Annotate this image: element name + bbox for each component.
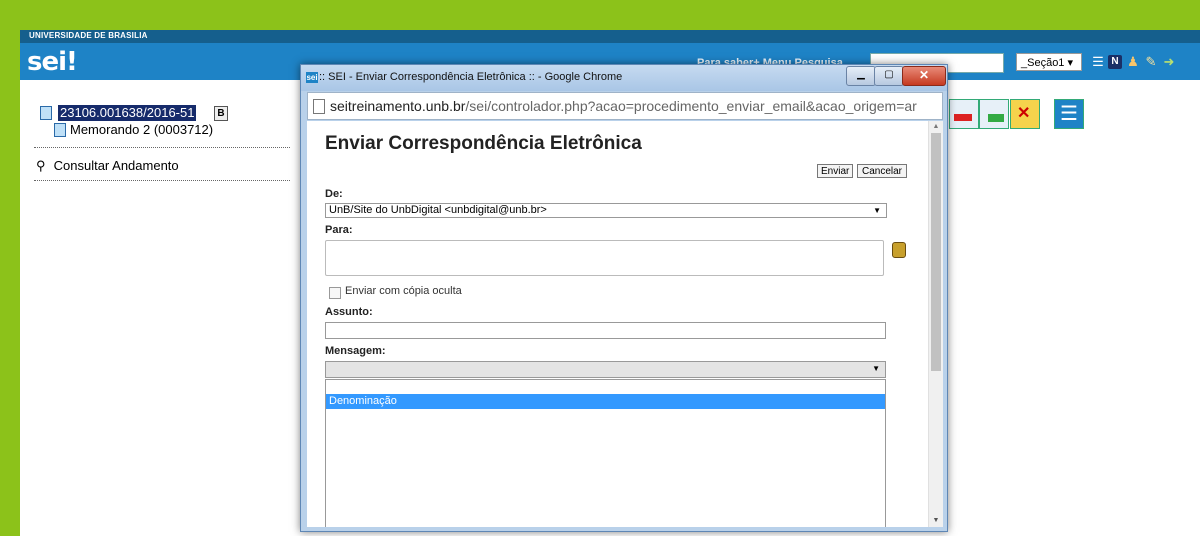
- maximize-button[interactable]: ▢: [874, 66, 904, 86]
- minimize-button[interactable]: ▁: [846, 66, 876, 86]
- divider: [34, 180, 290, 181]
- sei-logo[interactable]: sei!: [27, 47, 78, 77]
- user-icon[interactable]: ♟: [1126, 55, 1140, 69]
- option-blank[interactable]: [326, 380, 885, 392]
- chevron-down-icon: ▼: [872, 364, 880, 373]
- sei-window-logo: sei: [306, 72, 318, 83]
- process-folder-icon: [40, 106, 52, 120]
- contacts-icon[interactable]: [892, 242, 906, 258]
- consult-link[interactable]: Consultar Andamento: [54, 158, 179, 173]
- tools-icon[interactable]: ✎: [1144, 55, 1158, 69]
- message-select[interactable]: ▼: [325, 361, 886, 378]
- bcc-checkbox[interactable]: [329, 287, 341, 299]
- from-select-value: UnB/Site do UnbDigital <unbdigital@unb.b…: [329, 204, 547, 216]
- scrollbar[interactable]: ▲ ▼: [928, 121, 943, 527]
- option-denominacao[interactable]: Denominação: [326, 394, 885, 409]
- process-tree: 23106.001638/2016-51 B Memorando 2 (0003…: [20, 80, 300, 536]
- unit-select-value: _Seção1: [1021, 57, 1065, 69]
- bcc-label: Enviar com cópia oculta: [345, 285, 462, 297]
- scroll-up-icon[interactable]: ▲: [929, 121, 943, 133]
- process-badge: B: [214, 106, 228, 121]
- address-bar[interactable]: seitreinamento.unb.br/sei/controlador.ph…: [307, 92, 943, 120]
- form-title: Enviar Correspondência Eletrônica: [325, 133, 642, 154]
- menu-icon[interactable]: ☰: [1091, 55, 1105, 69]
- email-popup-window: sei :: SEI - Enviar Correspondência Elet…: [300, 64, 948, 532]
- divider: [34, 147, 290, 148]
- url-path: /sei/controlador.php?acao=procedimento_e…: [465, 98, 917, 114]
- subject-label: Assunto:: [325, 306, 373, 318]
- message-dropdown-list: Denominação: [325, 379, 886, 527]
- from-select[interactable]: UnB/Site do UnbDigital <unbdigital@unb.b…: [325, 203, 887, 218]
- university-name: UNIVERSIDADE DE BRASILIA: [29, 31, 148, 40]
- key-icon: ⚲: [36, 158, 46, 173]
- scroll-down-icon[interactable]: ▼: [929, 515, 943, 527]
- url-text[interactable]: seitreinamento.unb.br/sei/controlador.ph…: [330, 98, 940, 114]
- notes-icon[interactable]: N: [1108, 55, 1122, 69]
- window-titlebar[interactable]: sei :: SEI - Enviar Correspondência Elet…: [301, 65, 947, 91]
- subject-field[interactable]: [325, 322, 886, 339]
- list-icon[interactable]: ☰: [1054, 99, 1084, 129]
- process-number[interactable]: 23106.001638/2016-51: [58, 105, 197, 121]
- page-icon: [313, 99, 325, 114]
- document-icon: [54, 123, 66, 137]
- window-title: :: SEI - Enviar Correspondência Eletrôni…: [319, 71, 623, 83]
- chevron-down-icon: ▼: [873, 206, 881, 215]
- pdf-icon[interactable]: [949, 99, 979, 129]
- to-label: Para:: [325, 224, 353, 236]
- close-button[interactable]: ✕: [902, 66, 946, 86]
- to-field[interactable]: [325, 240, 884, 276]
- email-icon[interactable]: ✕: [1010, 99, 1040, 129]
- exit-icon[interactable]: ➜: [1162, 55, 1176, 69]
- popup-content: Enviar Correspondência Eletrônica Enviar…: [307, 121, 943, 527]
- zip-icon[interactable]: [979, 99, 1009, 129]
- scroll-thumb[interactable]: [931, 133, 941, 371]
- unit-select[interactable]: _Seção1 ▾: [1016, 53, 1082, 71]
- cancel-button[interactable]: Cancelar: [857, 164, 907, 178]
- top-strip: UNIVERSIDADE DE BRASILIA: [20, 30, 1200, 43]
- from-label: De:: [325, 188, 343, 200]
- document-link[interactable]: Memorando 2 (0003712): [70, 122, 213, 137]
- consult-row[interactable]: ⚲ Consultar Andamento: [36, 158, 179, 174]
- url-host: seitreinamento.unb.br: [330, 98, 466, 114]
- message-label: Mensagem:: [325, 345, 386, 357]
- send-button[interactable]: Enviar: [817, 164, 853, 178]
